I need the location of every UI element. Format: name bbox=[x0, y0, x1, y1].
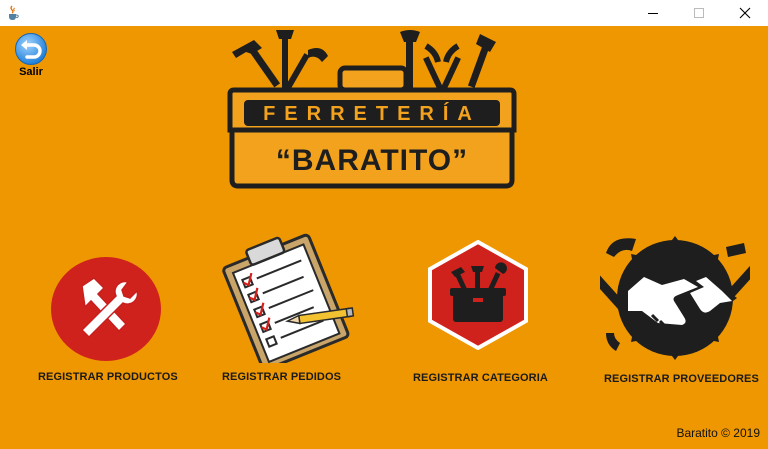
exit-button[interactable]: Salir bbox=[10, 32, 52, 78]
clipboard-checklist-icon bbox=[222, 233, 355, 363]
title-bar bbox=[0, 0, 768, 26]
register-suppliers-button[interactable]: REGISTRAR PROVEEDORES bbox=[600, 231, 760, 391]
java-cup-icon bbox=[9, 5, 19, 20]
toolbox-icon bbox=[428, 240, 528, 350]
store-logo: FERRETERÍA “BARATITO” bbox=[227, 30, 517, 189]
logo-title: FERRETERÍA bbox=[263, 102, 481, 125]
copyright-text: Baratito © 2019 bbox=[676, 426, 760, 440]
main-panel: Salir FERRETERÍA “BARATITO” REGISTRAR PR… bbox=[0, 26, 768, 449]
register-orders-label: REGISTRAR PEDIDOS bbox=[222, 371, 342, 383]
close-icon bbox=[739, 7, 751, 19]
maximize-icon bbox=[694, 8, 704, 18]
logo-subtitle: “BARATITO” bbox=[276, 144, 468, 177]
app-window: Salir FERRETERÍA “BARATITO” REGISTRAR PR… bbox=[0, 0, 768, 449]
register-category-label: REGISTRAR CATEGORIA bbox=[413, 372, 548, 384]
maximize-button[interactable] bbox=[676, 0, 722, 26]
minimize-icon bbox=[648, 13, 658, 14]
register-products-label: REGISTRAR PRODUCTOS bbox=[38, 371, 178, 383]
register-suppliers-label: REGISTRAR PROVEEDORES bbox=[604, 373, 759, 385]
minimize-button[interactable] bbox=[630, 0, 676, 26]
exit-button-label: Salir bbox=[19, 66, 43, 78]
handshake-icon bbox=[600, 236, 750, 360]
register-category-button[interactable]: REGISTRAR CATEGORIA bbox=[405, 240, 565, 390]
register-orders-button[interactable]: REGISTRAR PEDIDOS bbox=[205, 231, 365, 391]
hammer-wrench-icon bbox=[51, 257, 161, 361]
close-button[interactable] bbox=[722, 0, 768, 26]
undo-arrow-icon bbox=[15, 33, 47, 65]
register-products-button[interactable]: REGISTRAR PRODUCTOS bbox=[30, 251, 190, 391]
